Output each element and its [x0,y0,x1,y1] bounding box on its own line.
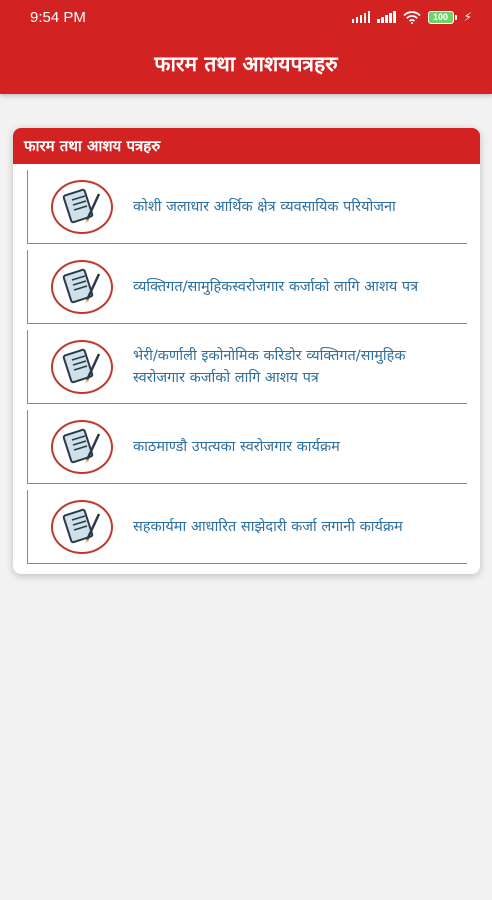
status-time: 9:54 PM [30,8,86,26]
list-item-label: व्यक्तिगत/सामुहिकस्वरोजगार कर्जाको लागि … [133,278,419,295]
battery-level: 100 [427,10,454,24]
list-item-label: सहकार्यमा आधारित साझेदारी कर्जा लगानी का… [133,518,403,535]
document-form-icon [51,499,113,554]
wifi-icon [402,10,421,24]
page-title: फारम तथा आशयपत्रहरु [154,52,338,76]
list-item-label: काठमाण्डौ उपत्यका स्वरोजगार कार्यक्रम [133,438,340,455]
document-form-icon [51,419,113,474]
list-item-label: भेरी/कर्णाली इकोनोमिक करिडोर व्यक्तिगत/स… [133,347,406,386]
cellular-signal-icon-2 [377,11,396,23]
list-item[interactable]: भेरी/कर्णाली इकोनोमिक करिडोर व्यक्तिगत/स… [27,330,467,404]
battery-icon: 100 [427,10,457,24]
list-item[interactable]: व्यक्तिगत/सामुहिकस्वरोजगार कर्जाको लागि … [27,250,467,324]
forms-card: फारम तथा आशय पत्रहरु कोशी जलाधार आर्थिक … [13,128,480,574]
cellular-signal-icon [351,11,371,23]
document-form-icon [51,259,113,314]
list-item[interactable]: काठमाण्डौ उपत्यका स्वरोजगार कार्यक्रम [27,410,467,484]
status-icons: 100 ⚡ [351,10,472,24]
status-bar: 9:54 PM 100 ⚡ [0,0,492,34]
charging-bolt-icon: ⚡ [463,10,472,24]
list-item[interactable]: सहकार्यमा आधारित साझेदारी कर्जा लगानी का… [27,490,467,564]
document-form-icon [51,339,113,394]
list-item-label: कोशी जलाधार आर्थिक क्षेत्र व्यवसायिक परि… [133,198,396,215]
app-bar: फारम तथा आशयपत्रहरु [0,34,492,94]
list-item[interactable]: कोशी जलाधार आर्थिक क्षेत्र व्यवसायिक परि… [27,170,467,244]
document-form-icon [51,179,113,234]
card-header: फारम तथा आशय पत्रहरु [13,128,480,164]
